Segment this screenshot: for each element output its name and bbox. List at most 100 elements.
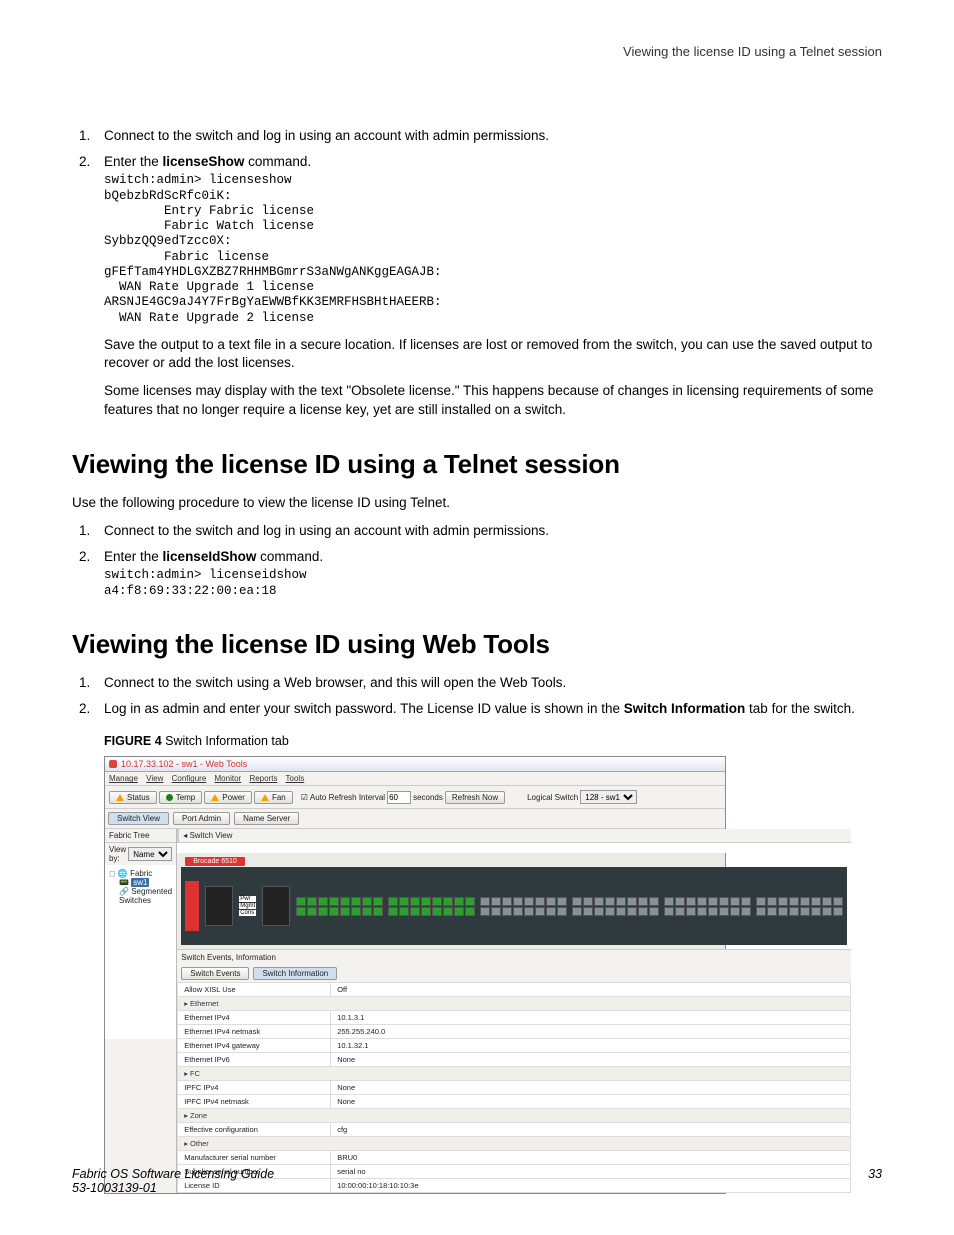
switch-port[interactable] — [399, 907, 409, 916]
switch-port[interactable] — [789, 907, 799, 916]
switch-port[interactable] — [443, 897, 453, 906]
switch-port[interactable] — [432, 907, 442, 916]
menu-bar[interactable]: Manage View Configure Monitor Reports To… — [105, 772, 725, 786]
switch-port[interactable] — [535, 897, 545, 906]
switch-port[interactable] — [605, 907, 615, 916]
switch-port[interactable] — [296, 897, 306, 906]
tab-name-server[interactable]: Name Server — [234, 812, 299, 825]
switch-port[interactable] — [340, 907, 350, 916]
switch-port[interactable] — [373, 897, 383, 906]
switch-port[interactable] — [719, 907, 729, 916]
tab-port-admin[interactable]: Port Admin — [173, 812, 230, 825]
switch-port[interactable] — [822, 897, 832, 906]
switch-port[interactable] — [616, 897, 626, 906]
switch-port[interactable] — [730, 907, 740, 916]
switch-port[interactable] — [627, 897, 637, 906]
view-by-select[interactable]: Name — [128, 847, 172, 861]
switch-port[interactable] — [318, 897, 328, 906]
menu-configure[interactable]: Configure — [172, 774, 207, 783]
switch-port[interactable] — [719, 897, 729, 906]
switch-port[interactable] — [546, 907, 556, 916]
switch-port[interactable] — [649, 897, 659, 906]
switch-port[interactable] — [465, 897, 475, 906]
switch-port[interactable] — [811, 897, 821, 906]
switch-port[interactable] — [697, 897, 707, 906]
switch-port[interactable] — [388, 897, 398, 906]
menu-manage[interactable]: Manage — [109, 774, 138, 783]
switch-port[interactable] — [513, 897, 523, 906]
menu-tools[interactable]: Tools — [286, 774, 305, 783]
logical-switch-select[interactable]: 128 - sw1 — [580, 790, 637, 804]
switch-port[interactable] — [800, 897, 810, 906]
switch-port[interactable] — [421, 907, 431, 916]
switch-port[interactable] — [480, 907, 490, 916]
switch-port[interactable] — [594, 907, 604, 916]
section-other[interactable]: ▸ Other — [178, 1137, 851, 1151]
switch-port[interactable] — [767, 907, 777, 916]
switch-port[interactable] — [502, 897, 512, 906]
tab-switch-events[interactable]: Switch Events — [181, 967, 249, 980]
temp-button[interactable]: Temp — [159, 791, 203, 804]
switch-port[interactable] — [351, 907, 361, 916]
switch-port[interactable] — [572, 907, 582, 916]
switch-port[interactable] — [627, 907, 637, 916]
switch-port[interactable] — [329, 897, 339, 906]
switch-port[interactable] — [296, 907, 306, 916]
auto-refresh-check[interactable]: ☑ — [301, 793, 308, 802]
switch-port[interactable] — [443, 907, 453, 916]
switch-port[interactable] — [778, 897, 788, 906]
switch-port[interactable] — [664, 907, 674, 916]
switch-port[interactable] — [778, 907, 788, 916]
switch-port[interactable] — [410, 897, 420, 906]
switch-port[interactable] — [557, 907, 567, 916]
switch-port[interactable] — [594, 897, 604, 906]
switch-port[interactable] — [583, 897, 593, 906]
switch-port[interactable] — [465, 907, 475, 916]
switch-port[interactable] — [454, 897, 464, 906]
status-button[interactable]: Status — [109, 791, 157, 804]
switch-port[interactable] — [546, 897, 556, 906]
switch-port[interactable] — [605, 897, 615, 906]
switch-port[interactable] — [675, 907, 685, 916]
switch-port[interactable] — [491, 907, 501, 916]
switch-port[interactable] — [373, 907, 383, 916]
switch-port[interactable] — [307, 897, 317, 906]
section-zone[interactable]: ▸ Zone — [178, 1109, 851, 1123]
switch-port[interactable] — [686, 907, 696, 916]
switch-port[interactable] — [351, 897, 361, 906]
switch-port[interactable] — [388, 907, 398, 916]
switch-port[interactable] — [513, 907, 523, 916]
switch-port[interactable] — [421, 897, 431, 906]
switch-port[interactable] — [502, 907, 512, 916]
switch-port[interactable] — [535, 907, 545, 916]
switch-port[interactable] — [583, 907, 593, 916]
switch-port[interactable] — [362, 897, 372, 906]
switch-port[interactable] — [572, 897, 582, 906]
switch-port[interactable] — [741, 907, 751, 916]
switch-port[interactable] — [833, 907, 843, 916]
switch-port[interactable] — [524, 897, 534, 906]
switch-port[interactable] — [491, 897, 501, 906]
switch-port[interactable] — [480, 897, 490, 906]
switch-port[interactable] — [432, 897, 442, 906]
switch-port[interactable] — [616, 907, 626, 916]
switch-port[interactable] — [833, 897, 843, 906]
fan-button[interactable]: Fan — [254, 791, 293, 804]
power-button[interactable]: Power — [204, 791, 252, 804]
switch-port[interactable] — [767, 897, 777, 906]
refresh-now-button[interactable]: Refresh Now — [445, 791, 505, 804]
switch-port[interactable] — [697, 907, 707, 916]
tab-switch-information[interactable]: Switch Information — [253, 967, 337, 980]
switch-port[interactable] — [741, 897, 751, 906]
auto-refresh-input[interactable] — [387, 791, 411, 804]
switch-port[interactable] — [800, 907, 810, 916]
switch-port[interactable] — [811, 907, 821, 916]
menu-monitor[interactable]: Monitor — [215, 774, 242, 783]
switch-port[interactable] — [362, 907, 372, 916]
switch-port[interactable] — [399, 897, 409, 906]
switch-port[interactable] — [756, 907, 766, 916]
switch-port[interactable] — [686, 897, 696, 906]
switch-port[interactable] — [730, 897, 740, 906]
switch-port[interactable] — [649, 907, 659, 916]
menu-view[interactable]: View — [146, 774, 163, 783]
